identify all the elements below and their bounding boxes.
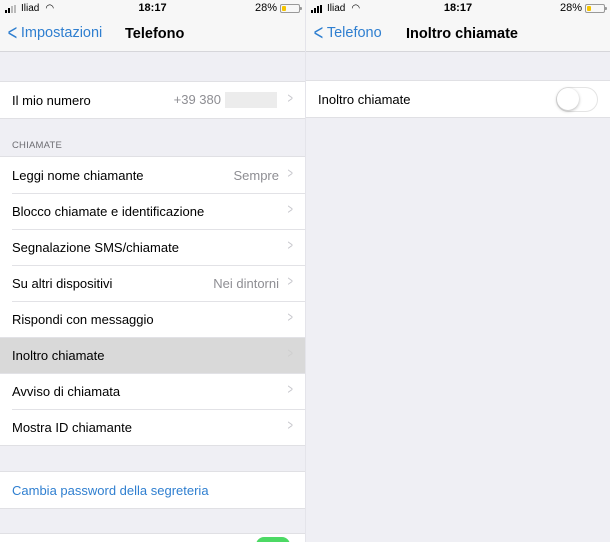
chevron-right-icon: > (287, 201, 293, 218)
row-other-devices[interactable]: Su altri dispositivi Nei dintorni > (0, 265, 305, 301)
chevron-left-icon: < (313, 20, 324, 45)
back-label: Telefono (326, 25, 382, 41)
my-number-group: Il mio numero +39 380 > (0, 81, 305, 119)
row-label: Mostra ID chiamante (12, 419, 132, 435)
my-number-value: +39 380 (173, 91, 221, 107)
call-forwarding-row: Inoltro chiamate (306, 81, 610, 117)
voicemail-group: Cambia password della segreteria (0, 471, 305, 509)
row-call-blocking[interactable]: Blocco chiamate e identificazione > (0, 193, 305, 229)
row-value: Nei dintorni (213, 275, 279, 291)
row-label: Segnalazione SMS/chiamate (12, 239, 179, 255)
row-label: Blocco chiamate e identificazione (12, 203, 205, 219)
row-call-waiting[interactable]: Avviso di chiamata > (0, 373, 305, 409)
call-forwarding-toggle[interactable] (556, 87, 598, 112)
battery-icon (585, 3, 607, 13)
battery-percent: 28% (254, 2, 277, 14)
battery-icon (280, 3, 302, 13)
status-bar: Iliad ◠ 18:17 28% (0, 0, 305, 18)
row-caller-name-announce[interactable]: Leggi nome chiamante Sempre > (0, 157, 305, 193)
chevron-left-icon: < (7, 20, 18, 45)
row-label: Cambia password della segreteria (12, 482, 209, 498)
page-title: Telefono (125, 26, 185, 42)
row-sms-call-reporting[interactable]: Segnalazione SMS/chiamate > (0, 229, 305, 265)
calls-group: Leggi nome chiamante Sempre > Blocco chi… (0, 156, 305, 446)
chevron-right-icon: > (287, 309, 293, 326)
chevron-right-icon: > (287, 417, 293, 434)
call-forwarding-screen: Iliad ◠ 18:17 28% < Telefono Inoltro chi… (305, 0, 610, 542)
page-title: Inoltro chiamate (406, 26, 518, 42)
chevron-right-icon: > (287, 90, 293, 107)
toggle-knob (557, 88, 579, 110)
chevron-right-icon: > (287, 345, 293, 362)
chevron-right-icon: > (287, 237, 293, 254)
chevron-right-icon: > (287, 165, 293, 182)
back-button[interactable]: < Telefono (312, 20, 382, 45)
toggle-switch-on[interactable] (256, 537, 290, 542)
row-value: Sempre (233, 167, 279, 183)
row-call-forwarding[interactable]: Inoltro chiamate > (0, 337, 305, 373)
back-label: Impostazioni (20, 25, 103, 41)
navigation-bar: < Telefono Inoltro chiamate (306, 18, 610, 52)
row-label: Rispondi con messaggio (12, 311, 154, 327)
phone-settings-screen: Iliad ◠ 18:17 28% < Impostazioni Telefon… (0, 0, 305, 542)
status-bar: Iliad ◠ 18:17 28% (306, 0, 610, 18)
row-label: Leggi nome chiamante (12, 167, 144, 183)
chevron-right-icon: > (287, 381, 293, 398)
call-forwarding-label: Inoltro chiamate (318, 91, 411, 107)
navigation-bar: < Impostazioni Telefono (0, 18, 305, 52)
chevron-right-icon: > (287, 273, 293, 290)
change-voicemail-password-link[interactable]: Cambia password della segreteria (0, 472, 305, 508)
row-label: Avviso di chiamata (12, 383, 121, 399)
my-number-label: Il mio numero (12, 92, 91, 108)
row-label: Su altri dispositivi (12, 275, 113, 291)
row-label: Inoltro chiamate (12, 347, 105, 363)
section-header-calls: CHIAMATE (12, 140, 62, 151)
battery-percent: 28% (559, 2, 582, 14)
redacted-number-mask (225, 92, 277, 109)
my-number-row[interactable]: Il mio numero +39 380 > (0, 82, 305, 118)
back-button[interactable]: < Impostazioni (6, 20, 103, 45)
forwarding-group: Inoltro chiamate (306, 80, 610, 118)
row-show-caller-id[interactable]: Mostra ID chiamante > (0, 409, 305, 445)
row-respond-with-text[interactable]: Rispondi con messaggio > (0, 301, 305, 337)
